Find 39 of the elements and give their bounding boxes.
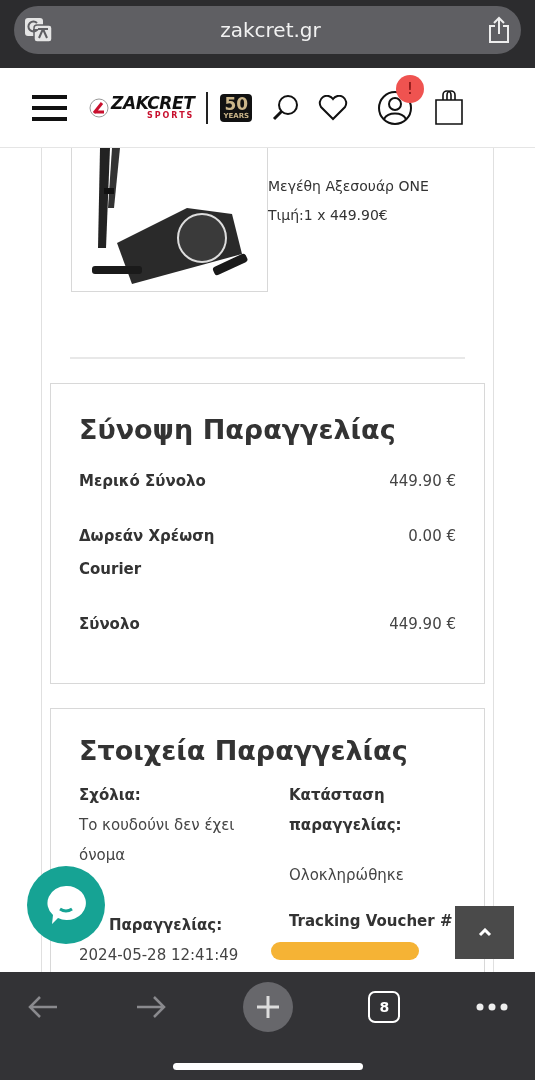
menu-icon[interactable] [32, 94, 67, 121]
back-icon[interactable] [27, 995, 59, 1019]
forward-icon[interactable] [134, 995, 167, 1019]
new-tab-button[interactable] [242, 982, 293, 1032]
summary-value: 449.90 € [389, 470, 456, 492]
heart-icon[interactable] [318, 94, 349, 121]
logo-emblem-icon [89, 97, 109, 118]
chevron-up-icon [477, 928, 492, 937]
translate-icon[interactable] [24, 16, 54, 44]
address-bar[interactable]: zakcret.gr [14, 6, 521, 54]
field-value: 2024-05-28 12:41:49 [79, 944, 240, 966]
logo[interactable]: ZAKCRET SPORTS [89, 95, 195, 120]
notification-badge: ! [396, 74, 425, 103]
tab-count-button[interactable]: 8 [368, 991, 401, 1023]
product-detail-text: Τιμή:1 x 449.90€ [268, 206, 389, 225]
field-value: Το κουδούνι δεν έχει όνομα [79, 814, 236, 866]
product-detail-text: Μεγέθη Αξεσουάρ ONE [268, 177, 429, 196]
chat-bubble-icon [45, 884, 87, 926]
account-icon[interactable] [378, 90, 413, 125]
summary-value: 449.90 € [389, 613, 456, 635]
field-value: Ολοκληρώθηκε [289, 864, 405, 886]
field-label: Παραγγελίας: [108, 914, 224, 936]
field-label: Σχόλια: [79, 784, 142, 806]
share-icon[interactable] [487, 16, 511, 44]
card-title: Στοιχεία Παραγγελίας [79, 734, 409, 768]
anniversary-number: 50 [224, 95, 249, 113]
more-icon[interactable] [476, 1003, 508, 1011]
field-label: Κατάσταση παραγγελίας: [289, 784, 403, 836]
summary-value: 0.00 € [408, 525, 456, 547]
logo-name: ZAKCRET [111, 95, 195, 112]
card-title: Σύνοψη Παραγγελίας [79, 413, 397, 447]
url-text: zakcret.gr [220, 17, 321, 44]
summary-label: Σύνολο [79, 613, 141, 635]
summary-label: Δωρεάν Χρέωση Courier [79, 525, 216, 580]
search-icon[interactable] [270, 92, 301, 123]
logo-tagline: SPORTS [146, 112, 195, 120]
summary-label: Μερικό Σύνολο [79, 470, 207, 492]
plus-icon [255, 995, 280, 1019]
field-label: Tracking Voucher # [289, 910, 454, 932]
